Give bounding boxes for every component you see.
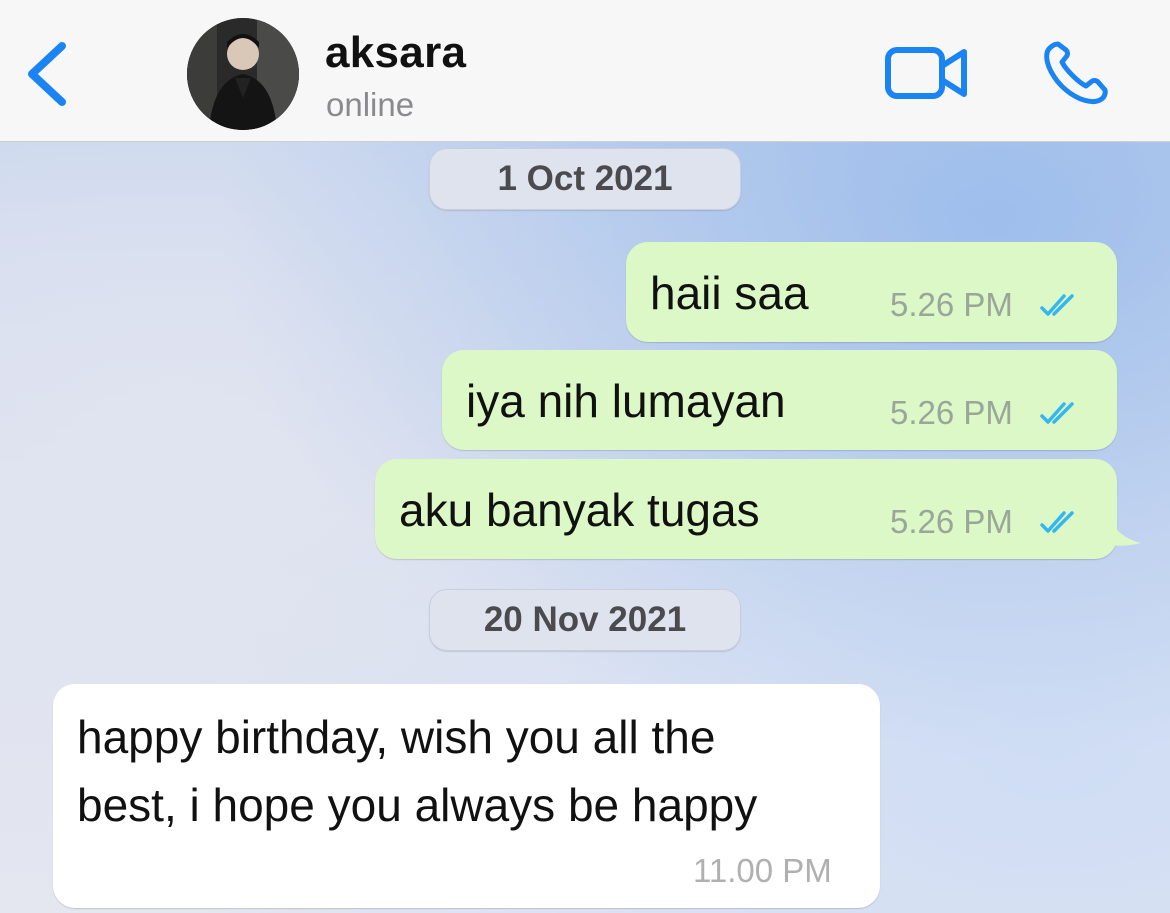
message-text: iya nih lumayan [466,375,786,427]
read-receipt-icon [1040,402,1074,424]
contact-avatar[interactable] [187,18,299,130]
message-text: haii saa [650,267,809,319]
message-time: 5.26 PM [890,286,1013,323]
video-call-button[interactable] [884,44,968,102]
incoming-message[interactable]: happy birthday, wish you all the best, i… [53,684,880,908]
read-receipt-icon [1040,511,1074,533]
phone-icon [1044,41,1108,105]
read-receipt-icon [1040,294,1074,316]
voice-call-button[interactable] [1040,38,1110,108]
chat-area[interactable]: 1 Oct 2021 haii saa 5.26 PM iya nih luma… [0,142,1170,913]
message-text-line: happy birthday, wish you all the [77,711,716,763]
date-separator: 20 Nov 2021 [429,589,741,651]
date-label: 1 Oct 2021 [497,159,673,198]
outgoing-message[interactable]: haii saa 5.26 PM [626,242,1117,342]
avatar-photo [187,18,299,130]
date-label: 20 Nov 2021 [483,600,687,639]
outgoing-message[interactable]: iya nih lumayan 5.26 PM [442,350,1117,450]
back-button[interactable] [22,38,74,110]
message-time: 5.26 PM [890,503,1013,540]
message-text-line: best, i hope you always be happy [77,779,758,831]
message-text: aku banyak tugas [399,484,760,536]
message-time: 5.26 PM [890,394,1013,431]
contact-status: online [326,86,415,123]
date-separator: 1 Oct 2021 [429,148,741,210]
chevron-left-icon [28,42,66,106]
message-time: 11.00 PM [693,852,832,889]
bubble-tail [1111,519,1141,546]
contact-name[interactable]: aksara [325,28,466,78]
chat-header: aksara online [0,0,1170,142]
video-camera-icon [885,47,967,99]
outgoing-message[interactable]: aku banyak tugas 5.26 PM [375,459,1141,559]
